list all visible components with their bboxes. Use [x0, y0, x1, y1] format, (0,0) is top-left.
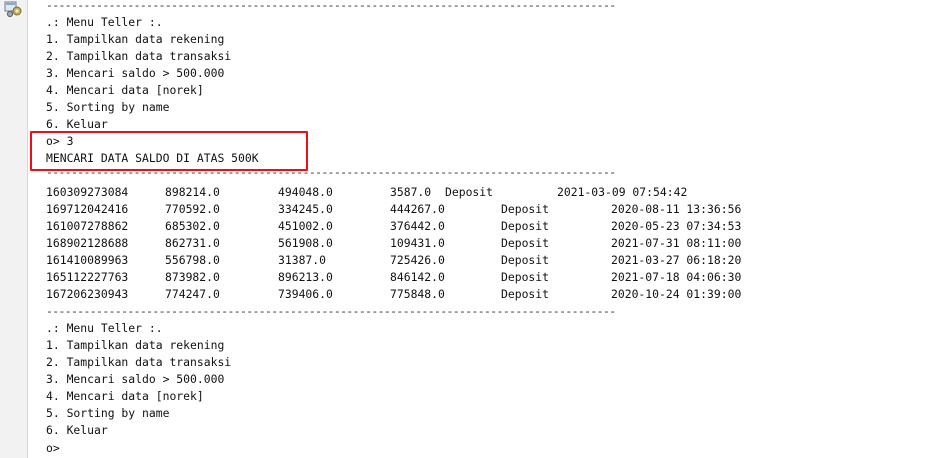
table-cell: Deposit: [501, 219, 550, 233]
menu-item: 6. Keluar: [46, 423, 108, 437]
table-cell: 685302.0: [165, 219, 220, 233]
table-row: 167206230943 774247.0 739406.0 775848.0 Depo…: [46, 286, 926, 303]
table-cell: 494048.0: [278, 185, 333, 199]
menu-item: 1. Tampilkan data rekening: [46, 338, 225, 352]
table-cell: 561908.0: [278, 236, 333, 250]
table-cell: 376442.0: [390, 219, 445, 233]
separator-line: ----------------------------------------…: [46, 0, 616, 12]
table-cell: Deposit: [501, 270, 550, 284]
table-cell: 160309273084: [46, 185, 129, 199]
table-cell: 169712042416: [46, 202, 129, 216]
table-cell: Deposit: [501, 253, 550, 267]
table-cell: 451002.0: [278, 219, 333, 233]
highlight-box: [30, 131, 308, 171]
table-row: 160309273084 898214.0 494048.0 3587.0 Deposi…: [46, 184, 926, 201]
menu-item: 5. Sorting by name: [46, 100, 170, 114]
menu-title: .: Menu Teller :.: [46, 15, 163, 29]
table-cell: 775848.0: [390, 287, 445, 301]
table-cell: 167206230943: [46, 287, 129, 301]
table-row: 165112227763 873982.0 896213.0 846142.0 Depo…: [46, 269, 926, 286]
table-row: 161410089963 556798.0 31387.0 725426.0 Depos…: [46, 252, 926, 269]
table-cell: 774247.0: [165, 287, 220, 301]
table-cell: Deposit: [501, 202, 550, 216]
table-cell: 896213.0: [278, 270, 333, 284]
table-cell: 2021-03-27 06:18:20: [611, 253, 742, 267]
table-cell: 770592.0: [165, 202, 220, 216]
menu-item: 3. Mencari saldo > 500.000: [46, 66, 225, 80]
menu-title: .: Menu Teller :.: [46, 321, 163, 335]
table-cell: 873982.0: [165, 270, 220, 284]
table-cell: 334245.0: [278, 202, 333, 216]
table-cell: 31387.0: [278, 253, 327, 267]
table-cell: 444267.0: [390, 202, 445, 216]
table-cell: 846142.0: [390, 270, 445, 284]
table-row: 161007278862 685302.0 451002.0 376442.0 Depo…: [46, 218, 926, 235]
table-cell: 2021-07-31 08:11:00: [611, 236, 742, 250]
table-cell: 739406.0: [278, 287, 333, 301]
menu-item: 5. Sorting by name: [46, 406, 170, 420]
table-cell: 168902128688: [46, 236, 129, 250]
table-cell: 165112227763: [46, 270, 129, 284]
menu-item: 1. Tampilkan data rekening: [46, 32, 225, 46]
separator-line: ----------------------------------------…: [46, 304, 616, 318]
table-cell: 2020-05-23 07:34:53: [611, 219, 742, 233]
menu-item: 3. Mencari saldo > 500.000: [46, 372, 225, 386]
console-gutter: [0, 0, 28, 458]
table-cell: 2021-07-18 04:06:30: [611, 270, 742, 284]
run-console-icon[interactable]: [4, 0, 24, 18]
table-cell: 161410089963: [46, 253, 129, 267]
table-cell: 725426.0: [390, 253, 445, 267]
menu-item: 4. Mencari data [norek]: [46, 83, 204, 97]
prompt-cursor[interactable]: o>: [46, 440, 60, 457]
table-row: 169712042416 770592.0 334245.0 444267.0 Depo…: [46, 201, 926, 218]
table-cell: 161007278862: [46, 219, 129, 233]
table-row: 168902128688 862731.0 561908.0 109431.0 Depo…: [46, 235, 926, 252]
table-cell: 2020-08-11 13:36:56: [611, 202, 742, 216]
table-cell: 898214.0: [165, 185, 220, 199]
menu-item: 2. Tampilkan data transaksi: [46, 49, 232, 63]
table-cell: 862731.0: [165, 236, 220, 250]
table-cell: Deposit: [445, 185, 494, 199]
table-cell: 2021-03-09 07:54:42: [557, 185, 688, 199]
table-cell: Deposit: [501, 287, 550, 301]
menu-item: 2. Tampilkan data transaksi: [46, 355, 232, 369]
menu-item: 4. Mencari data [norek]: [46, 389, 204, 403]
table-cell: 109431.0: [390, 236, 445, 250]
table-cell: 3587.0: [390, 185, 432, 199]
table-cell: 2020-10-24 01:39:00: [611, 287, 742, 301]
table-cell: Deposit: [501, 236, 550, 250]
table-cell: 556798.0: [165, 253, 220, 267]
